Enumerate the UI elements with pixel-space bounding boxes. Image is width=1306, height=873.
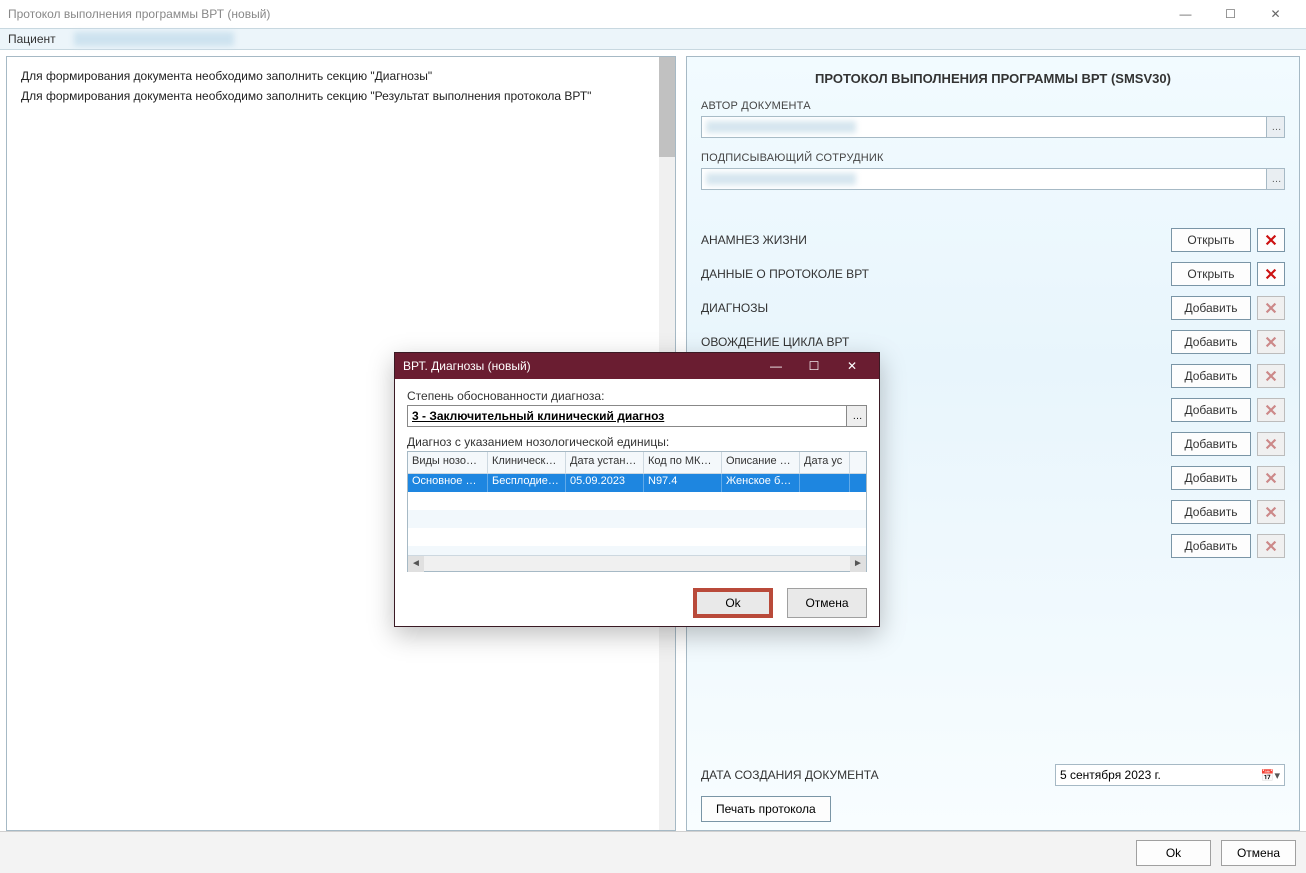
grid-header-cell[interactable]: Виды нозо… <box>408 452 488 473</box>
diagnoses-dialog: ВРТ. Диагнозы (новый) — ☐ ✕ Степень обос… <box>394 352 880 627</box>
grid-body-empty[interactable] <box>408 492 866 555</box>
dialog-body: Степень обоснованности диагноза: 3 - Зак… <box>395 379 879 580</box>
close-button[interactable]: ✕ <box>1253 0 1298 28</box>
grid-cell: Женское б… <box>722 474 800 492</box>
patient-label: Пациент <box>8 32 56 46</box>
section-row-diagnoses: ДИАГНОЗЫ Добавить <box>701 296 1285 320</box>
section-label: ОВОЖДЕНИЕ ЦИКЛА ВРТ <box>701 335 1171 349</box>
signer-picker-button[interactable]: … <box>1266 169 1284 189</box>
patient-name-redacted <box>74 32 234 46</box>
grid-cell: N97.4 <box>644 474 722 492</box>
add-button[interactable]: Добавить <box>1171 330 1251 354</box>
signer-label: ПОДПИСЫВАЮЩИЙ СОТРУДНИК <box>701 152 1285 164</box>
author-label: АВТОР ДОКУМЕНТА <box>701 100 1285 112</box>
diag-label: Диагноз с указанием нозологической едини… <box>407 435 867 449</box>
grid-cell <box>800 474 850 492</box>
grid-header-cell[interactable]: Клиническ… <box>488 452 566 473</box>
dialog-close-button[interactable]: ✕ <box>833 353 871 379</box>
delete-button <box>1257 500 1285 524</box>
doc-date-row: ДАТА СОЗДАНИЯ ДОКУМЕНТА 5 сентября 2023 … <box>701 764 1285 786</box>
grid-row-selected[interactable]: Основное … Бесплодие … 05.09.2023 N97.4 … <box>408 474 866 492</box>
window-controls: — ☐ ✕ <box>1163 0 1298 28</box>
validation-message: Для формирования документа необходимо за… <box>21 87 661 105</box>
grid-header-cell[interactable]: Дата ус <box>800 452 850 473</box>
validation-message: Для формирования документа необходимо за… <box>21 67 661 85</box>
dialog-footer: Ok Отмена <box>395 580 879 626</box>
grid-cell: Бесплодие … <box>488 474 566 492</box>
section-row-protocol-data: ДАННЫЕ О ПРОТОКОЛЕ ВРТ Открыть <box>701 262 1285 286</box>
dialog-title: ВРТ. Диагнозы (новый) <box>403 359 757 373</box>
combo-dropdown-button[interactable]: … <box>846 406 866 426</box>
delete-button <box>1257 466 1285 490</box>
grid-header-cell[interactable]: Описание … <box>722 452 800 473</box>
add-button[interactable]: Добавить <box>1171 398 1251 422</box>
section-label: ДАННЫЕ О ПРОТОКОЛЕ ВРТ <box>701 267 1171 281</box>
grid-cell: 05.09.2023 <box>566 474 644 492</box>
calendar-icon[interactable]: 📅▾ <box>1261 769 1280 782</box>
main-footer: Ok Отмена <box>0 831 1306 873</box>
open-button[interactable]: Открыть <box>1171 228 1251 252</box>
window-titlebar: Протокол выполнения программы ВРТ (новый… <box>0 0 1306 28</box>
signer-value-redacted <box>706 173 856 185</box>
dialog-titlebar: ВРТ. Диагнозы (новый) — ☐ ✕ <box>395 353 879 379</box>
author-value-redacted <box>706 121 856 133</box>
doc-date-label: ДАТА СОЗДАНИЯ ДОКУМЕНТА <box>701 768 1055 782</box>
dialog-ok-button[interactable]: Ok <box>693 588 773 618</box>
add-button[interactable]: Добавить <box>1171 500 1251 524</box>
delete-button <box>1257 432 1285 456</box>
add-button[interactable]: Добавить <box>1171 296 1251 320</box>
grid-cell: Основное … <box>408 474 488 492</box>
signer-field[interactable]: … <box>701 168 1285 190</box>
delete-button <box>1257 364 1285 388</box>
grid-header: Виды нозо… Клиническ… Дата устан… Код по… <box>408 452 866 474</box>
minimize-button[interactable]: — <box>1163 0 1208 28</box>
grid-header-cell[interactable]: Дата устан… <box>566 452 644 473</box>
degree-combo[interactable]: 3 - Заключительный клинический диагноз … <box>407 405 867 427</box>
delete-button <box>1257 534 1285 558</box>
scroll-left-arrow[interactable]: ◄ <box>408 556 424 572</box>
degree-label: Степень обоснованности диагноза: <box>407 389 867 403</box>
window-title: Протокол выполнения программы ВРТ (новый… <box>8 7 1163 21</box>
delete-button <box>1257 398 1285 422</box>
author-picker-button[interactable]: … <box>1266 117 1284 137</box>
protocol-heading: ПРОТОКОЛ ВЫПОЛНЕНИЯ ПРОГРАММЫ ВРТ (SMSV3… <box>701 71 1285 86</box>
grid-header-cell[interactable]: Код по МК… <box>644 452 722 473</box>
scroll-right-arrow[interactable]: ► <box>850 556 866 572</box>
delete-button <box>1257 330 1285 354</box>
add-button[interactable]: Добавить <box>1171 466 1251 490</box>
doc-date-value: 5 сентября 2023 г. <box>1060 768 1161 782</box>
diagnoses-grid[interactable]: Виды нозо… Клиническ… Дата устан… Код по… <box>407 451 867 572</box>
main-window: Протокол выполнения программы ВРТ (новый… <box>0 0 1306 873</box>
degree-value: 3 - Заключительный клинический диагноз <box>412 409 664 423</box>
print-protocol-button[interactable]: Печать протокола <box>701 796 831 822</box>
dialog-minimize-button[interactable]: — <box>757 353 795 379</box>
section-label: ДИАГНОЗЫ <box>701 301 1171 315</box>
maximize-button[interactable]: ☐ <box>1208 0 1253 28</box>
add-button[interactable]: Добавить <box>1171 432 1251 456</box>
delete-button[interactable] <box>1257 262 1285 286</box>
section-row-cycle: ОВОЖДЕНИЕ ЦИКЛА ВРТ Добавить <box>701 330 1285 354</box>
main-cancel-button[interactable]: Отмена <box>1221 840 1296 866</box>
dialog-maximize-button[interactable]: ☐ <box>795 353 833 379</box>
right-bottom: ДАТА СОЗДАНИЯ ДОКУМЕНТА 5 сентября 2023 … <box>701 764 1285 822</box>
main-ok-button[interactable]: Ok <box>1136 840 1211 866</box>
delete-button[interactable] <box>1257 228 1285 252</box>
add-button[interactable]: Добавить <box>1171 364 1251 388</box>
delete-button <box>1257 296 1285 320</box>
author-field[interactable]: … <box>701 116 1285 138</box>
open-button[interactable]: Открыть <box>1171 262 1251 286</box>
scrollbar-thumb[interactable] <box>659 57 675 157</box>
patient-bar: Пациент <box>0 28 1306 50</box>
dialog-cancel-button[interactable]: Отмена <box>787 588 867 618</box>
section-row-anamnez: АНАМНЕЗ ЖИЗНИ Открыть <box>701 228 1285 252</box>
add-button[interactable]: Добавить <box>1171 534 1251 558</box>
section-label: АНАМНЕЗ ЖИЗНИ <box>701 233 1171 247</box>
grid-horizontal-scrollbar[interactable]: ◄ ► <box>408 555 866 571</box>
doc-date-field[interactable]: 5 сентября 2023 г. 📅▾ <box>1055 764 1285 786</box>
